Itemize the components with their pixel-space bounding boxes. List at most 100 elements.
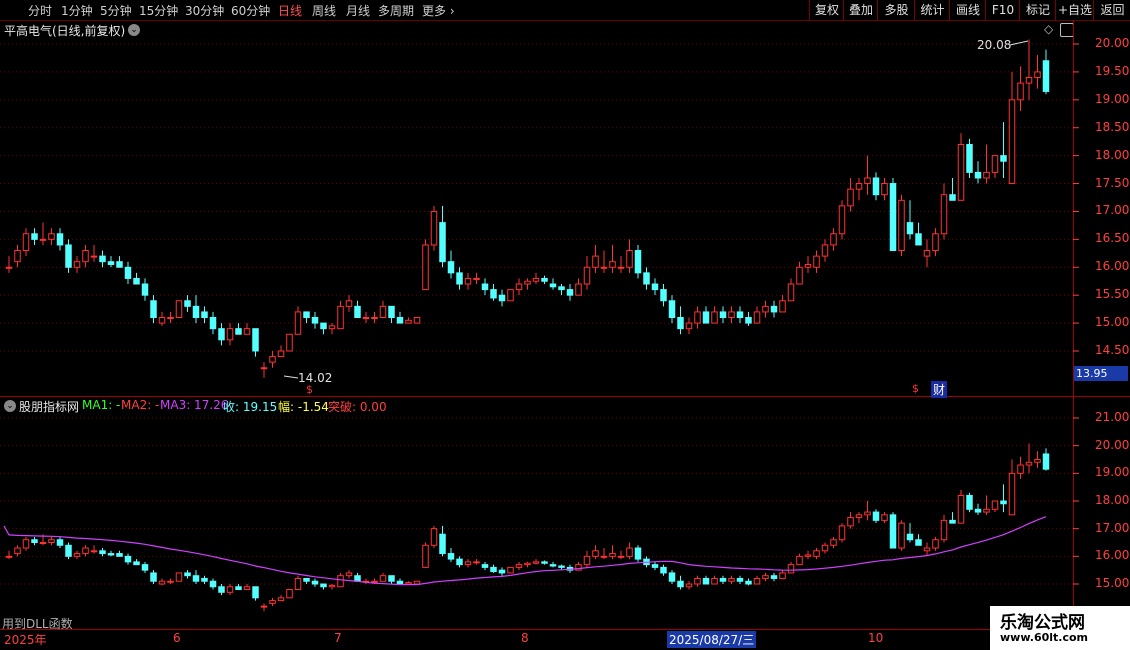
kline-chart[interactable] [0, 0, 1130, 650]
sub-candle-body [949, 519, 956, 524]
dll-note: 用到DLL函数 [2, 617, 73, 631]
high-arrow [1009, 40, 1029, 46]
main-axis-label: 16.00 [1095, 259, 1130, 274]
sub-candle-body [133, 561, 140, 566]
main-candle-body [48, 233, 55, 240]
main-candle-body [660, 289, 667, 302]
sub-candle-body [175, 572, 183, 582]
sub-candle-body [379, 575, 387, 582]
dollar-marker[interactable]: $ [306, 383, 313, 396]
main-candle-body [277, 350, 285, 358]
sub-candle-body [456, 558, 463, 566]
sub-candle-body [753, 577, 761, 585]
sub-candle-body [592, 550, 599, 557]
main-candle-body [677, 317, 684, 330]
cursor-date-badge: 2025/08/27/三 [667, 631, 757, 648]
main-candle-body [719, 311, 727, 319]
main-candle-body [762, 305, 769, 313]
dollar-marker-2[interactable]: $ [912, 382, 919, 395]
watermark: 乐淘公式网 www.60lt.com [990, 606, 1130, 650]
main-axis-label: 14.50 [1095, 343, 1130, 357]
main-candle-body [507, 289, 514, 302]
sub-candle-body [626, 547, 633, 557]
sub-axis-label: 21.00 [1095, 410, 1130, 424]
sub-candle-body [524, 562, 531, 566]
indicator-dropdown-icon[interactable]: ⌄ [4, 400, 16, 412]
sub-candle-body [923, 547, 931, 552]
sub-candle-body [116, 553, 123, 557]
sub-candle-body [847, 517, 854, 527]
main-candle-body [685, 322, 693, 330]
main-candle-body [481, 283, 489, 291]
sub-candle-body [1034, 459, 1041, 463]
main-candle-body [906, 222, 914, 235]
main-candle-body [1042, 60, 1050, 92]
sub-candle-body [371, 580, 378, 583]
sub-candle-body [5, 555, 13, 558]
sub-candle-body [668, 572, 676, 582]
main-candle-body [5, 266, 13, 269]
main-candle-body [337, 305, 344, 330]
main-candle-body [311, 317, 319, 324]
sub-candle-body [413, 580, 421, 585]
main-candle-body [651, 283, 659, 291]
main-candle-body [804, 263, 812, 268]
sub-candle-body [345, 572, 353, 577]
main-candle-body [1034, 71, 1041, 78]
main-axis-label: 16.50 [1095, 231, 1130, 246]
sub-candle-body [898, 522, 905, 549]
sub-candle-body [430, 528, 438, 546]
main-candle-body [303, 311, 310, 319]
sub-candle-body [974, 508, 982, 513]
main-candle-body [490, 289, 497, 299]
close-label: 收: 19.15 [223, 400, 278, 414]
sub-candle-body [915, 539, 922, 546]
main-candle-body [617, 266, 625, 269]
main-candle-body [90, 255, 98, 258]
sub-candle-body [796, 555, 803, 566]
main-candle-body [753, 311, 761, 324]
sub-candle-body [73, 553, 81, 557]
main-candle-body [575, 283, 582, 296]
main-candle-body [957, 143, 965, 201]
sub-candle-body [269, 600, 276, 604]
main-candle-body [430, 210, 438, 246]
finance-marker[interactable]: 财 [931, 381, 948, 398]
main-candle-body [388, 305, 395, 319]
sub-candle-body [804, 554, 812, 557]
main-candle-body [192, 305, 200, 319]
sub-candle-body [728, 577, 735, 582]
sub-candle-body [821, 544, 829, 552]
sub-candle-body [906, 533, 914, 541]
sub-candle-body [813, 550, 820, 557]
ma3-label: MA3: 17.26 [160, 398, 229, 412]
sub-candle-body [702, 577, 710, 585]
main-candle-body [1025, 76, 1033, 84]
sub-candle-body [354, 575, 361, 582]
main-candle-body [218, 328, 225, 341]
sub-candle-body [235, 586, 242, 591]
sub-candle-body [558, 565, 565, 568]
main-candle-body [371, 317, 378, 320]
sub-candle-body [957, 494, 965, 524]
main-candle-body [107, 261, 115, 265]
main-candle-body [141, 283, 149, 296]
main-candle-body [626, 250, 633, 268]
sub-candle-body [677, 580, 684, 588]
main-candle-body [566, 289, 574, 296]
sub-candle-body [48, 539, 55, 544]
sub-candle-body [167, 580, 174, 583]
main-candle-body [116, 261, 123, 268]
indicator-name[interactable]: 股朋指标网 [19, 398, 79, 415]
time-label-aug: 8 [521, 631, 529, 645]
sub-candle-body [1008, 472, 1016, 516]
sub-candle-body [770, 575, 778, 579]
change-label: 幅: -1.54 [278, 400, 329, 414]
sub-candle-body [218, 586, 225, 593]
main-candle-body [864, 177, 871, 185]
sub-candle-body [515, 564, 523, 568]
main-candle-body [345, 300, 353, 307]
sub-candle-body [634, 547, 642, 560]
main-candle-body [65, 244, 72, 268]
main-candle-body [524, 280, 531, 285]
